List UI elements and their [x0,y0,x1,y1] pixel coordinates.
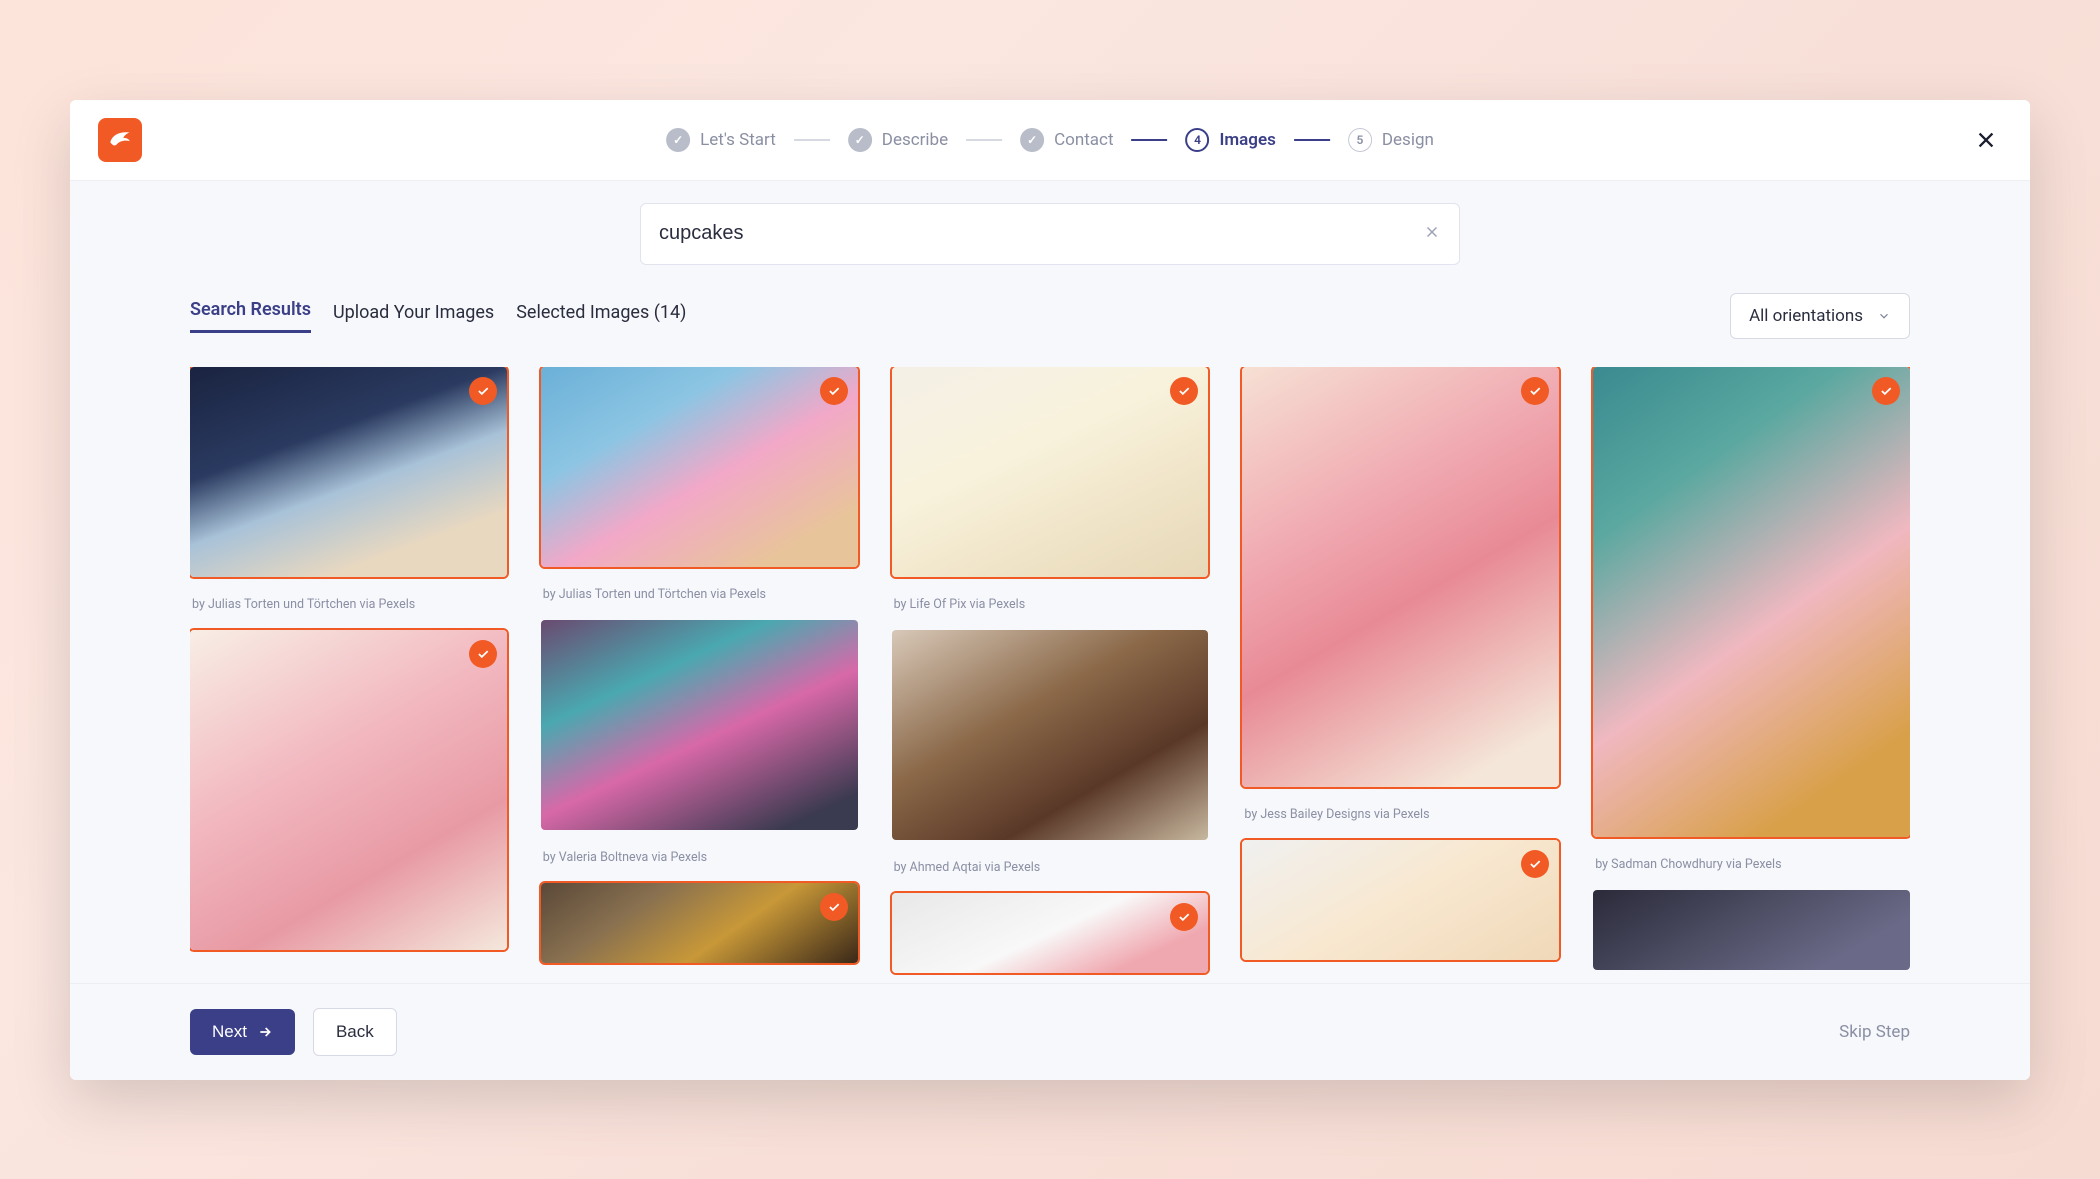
image-thumbnail [892,630,1209,840]
orientation-label: All orientations [1749,306,1863,326]
selected-check-icon [820,377,848,405]
step-label: Images [1220,130,1276,150]
header: ✓ Let's Start ✓ Describe ✓ Contact 4 Ima… [70,100,2030,181]
close-button[interactable] [1970,124,2002,156]
arrow-right-icon [257,1024,273,1040]
tab-upload-images[interactable]: Upload Your Images [333,302,494,333]
image-thumbnail [1242,367,1559,787]
next-label: Next [212,1022,247,1042]
image-thumbnail [892,367,1209,577]
image-thumbnail [1593,367,1910,837]
next-button[interactable]: Next [190,1009,295,1055]
image-thumbnail [541,620,858,830]
step-lets-start[interactable]: ✓ Let's Start [666,128,776,152]
tabs-row: Search Results Upload Your Images Select… [190,293,1910,339]
image-thumbnail [541,883,858,963]
image-card[interactable] [1593,367,1910,837]
gallery-column: by Jess Bailey Designs via Pexels [1242,367,1559,973]
image-card[interactable] [541,620,858,830]
image-card[interactable] [190,367,507,577]
image-credit: by Life Of Pix via Pexels [892,591,1209,616]
brand-logo [98,118,142,162]
step-connector [794,139,830,141]
step-design[interactable]: 5 Design [1348,128,1434,152]
back-label: Back [336,1022,374,1042]
selected-check-icon [469,640,497,668]
image-card[interactable] [541,367,858,567]
image-card[interactable] [892,630,1209,840]
step-connector [1294,139,1330,141]
image-gallery: by Julias Torten und Törtchen via Pexels… [190,367,1910,983]
result-tabs: Search Results Upload Your Images Select… [190,299,686,333]
image-card[interactable] [1593,890,1910,970]
image-credit: by Sadman Chowdhury via Pexels [1593,851,1910,876]
gallery-column: by Julias Torten und Törtchen via Pexels… [541,367,858,973]
image-card[interactable] [1242,840,1559,960]
step-images[interactable]: 4 Images [1186,128,1276,152]
skip-step-link[interactable]: Skip Step [1839,1022,1910,1042]
check-icon: ✓ [666,128,690,152]
app-window: ✓ Let's Start ✓ Describe ✓ Contact 4 Ima… [70,100,2030,1080]
gallery-column: by Life Of Pix via Pexels by Ahmed Aqtai … [892,367,1209,973]
step-label: Let's Start [700,130,776,150]
footer: Next Back Skip Step [70,983,2030,1080]
image-credit: by Julias Torten und Törtchen via Pexels [541,581,858,606]
check-icon: ✓ [848,128,872,152]
image-thumbnail [190,630,507,950]
selected-check-icon [820,893,848,921]
image-thumbnail [541,367,858,567]
step-label: Contact [1054,130,1113,150]
image-credit: by Julias Torten und Törtchen via Pexels [190,591,507,616]
step-describe[interactable]: ✓ Describe [848,128,948,152]
image-thumbnail [1593,890,1910,970]
tab-search-results[interactable]: Search Results [190,299,311,333]
back-button[interactable]: Back [313,1008,397,1056]
step-number: 4 [1186,128,1210,152]
step-number: 5 [1348,128,1372,152]
tab-selected-images[interactable]: Selected Images (14) [516,302,686,333]
step-label: Describe [882,130,948,150]
image-card[interactable] [541,883,858,963]
step-label: Design [1382,130,1434,150]
image-credit: by Ahmed Aqtai via Pexels [892,854,1209,879]
step-connector [966,139,1002,141]
step-contact[interactable]: ✓ Contact [1020,128,1113,152]
selected-check-icon [1872,377,1900,405]
search-field [640,203,1460,265]
gallery-column: by Julias Torten und Törtchen via Pexels [190,367,507,973]
check-icon: ✓ [1020,128,1044,152]
chevron-down-icon [1877,309,1891,323]
image-thumbnail [190,367,507,577]
image-card[interactable] [892,893,1209,973]
search-wrap [190,203,1910,265]
image-thumbnail [1242,840,1559,960]
search-input[interactable] [659,222,1423,245]
clear-search-button[interactable] [1423,223,1441,245]
step-connector [1132,139,1168,141]
image-credit: by Jess Bailey Designs via Pexels [1242,801,1559,826]
gallery-column: by Sadman Chowdhury via Pexels [1593,367,1910,973]
image-credit: by Valeria Boltneva via Pexels [541,844,858,869]
selected-check-icon [1170,377,1198,405]
selected-check-icon [1170,903,1198,931]
image-thumbnail [892,893,1209,973]
wizard-steps: ✓ Let's Start ✓ Describe ✓ Contact 4 Ima… [666,128,1434,152]
selected-check-icon [1521,377,1549,405]
body: Search Results Upload Your Images Select… [70,181,2030,983]
image-card[interactable] [892,367,1209,577]
image-card[interactable] [190,630,507,950]
orientation-dropdown[interactable]: All orientations [1730,293,1910,339]
image-card[interactable] [1242,367,1559,787]
selected-check-icon [469,377,497,405]
selected-check-icon [1521,850,1549,878]
